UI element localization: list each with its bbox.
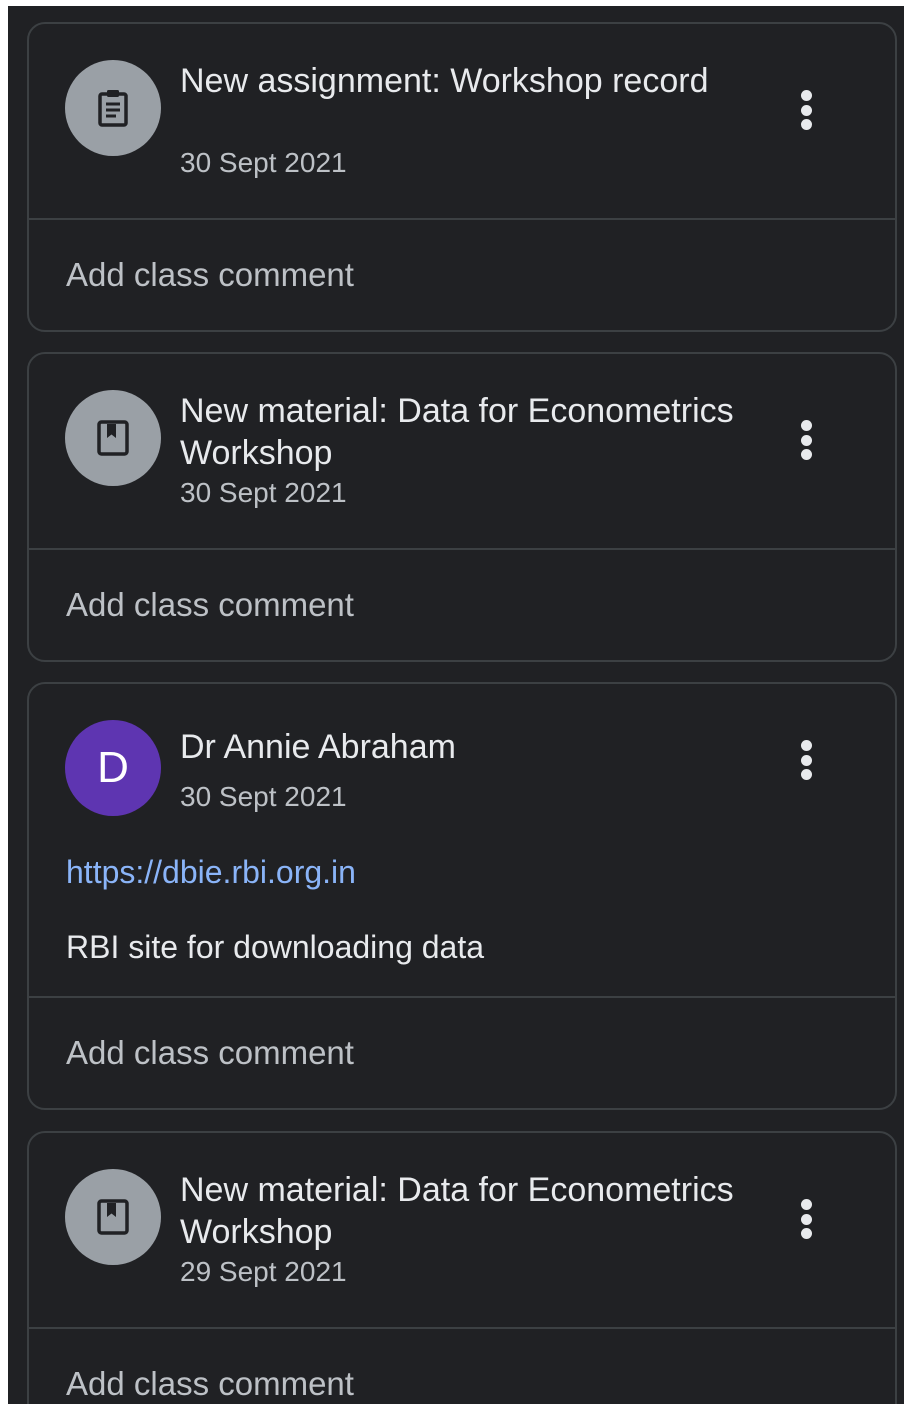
material-icon xyxy=(65,390,161,486)
add-class-comment[interactable]: Add class comment xyxy=(66,1364,354,1404)
author-name: Dr Annie Abraham xyxy=(180,728,456,766)
comment-row[interactable]: Add class comment xyxy=(29,550,895,662)
post-text: RBI site for downloading data xyxy=(66,929,485,965)
stream-card-material[interactable]: New material: Data for Econometrics Work… xyxy=(27,352,897,662)
add-class-comment[interactable]: Add class comment xyxy=(66,255,354,295)
card-header[interactable]: New assignment: Workshop record 30 Sept … xyxy=(29,24,895,220)
author-avatar[interactable]: D xyxy=(65,720,161,816)
add-class-comment[interactable]: Add class comment xyxy=(66,585,354,625)
post-date: 29 Sept 2021 xyxy=(180,1256,347,1287)
more-options-icon[interactable] xyxy=(791,738,821,782)
card-header[interactable]: New material: Data for Econometrics Work… xyxy=(29,354,895,550)
post-title: New material: Data for Econometrics Work… xyxy=(180,392,734,472)
stream-card-announcement[interactable]: D Dr Annie Abraham 30 Sept 2021 https://… xyxy=(27,682,897,1110)
more-options-icon[interactable] xyxy=(791,418,821,462)
more-options-icon[interactable] xyxy=(791,88,821,132)
class-stream: New assignment: Workshop record 30 Sept … xyxy=(8,6,904,1404)
post-title: New material: Data for Econometrics Work… xyxy=(180,1171,734,1251)
comment-row[interactable]: Add class comment xyxy=(29,220,895,332)
material-icon xyxy=(65,1169,161,1265)
card-header[interactable]: D Dr Annie Abraham 30 Sept 2021 https://… xyxy=(29,684,895,998)
assignment-icon xyxy=(65,60,161,156)
add-class-comment[interactable]: Add class comment xyxy=(66,1033,354,1073)
post-date: 30 Sept 2021 xyxy=(180,477,347,508)
post-link[interactable]: https://dbie.rbi.org.in xyxy=(66,852,356,892)
post-date: 30 Sept 2021 xyxy=(180,781,347,812)
post-title: New assignment: Workshop record xyxy=(180,62,709,100)
comment-row[interactable]: Add class comment xyxy=(29,1329,895,1404)
comment-row[interactable]: Add class comment xyxy=(29,998,895,1110)
stream-card-material[interactable]: New material: Data for Econometrics Work… xyxy=(27,1131,897,1404)
card-header[interactable]: New material: Data for Econometrics Work… xyxy=(29,1133,895,1329)
post-date: 30 Sept 2021 xyxy=(180,147,347,178)
more-options-icon[interactable] xyxy=(791,1197,821,1241)
stream-card-assignment[interactable]: New assignment: Workshop record 30 Sept … xyxy=(27,22,897,332)
